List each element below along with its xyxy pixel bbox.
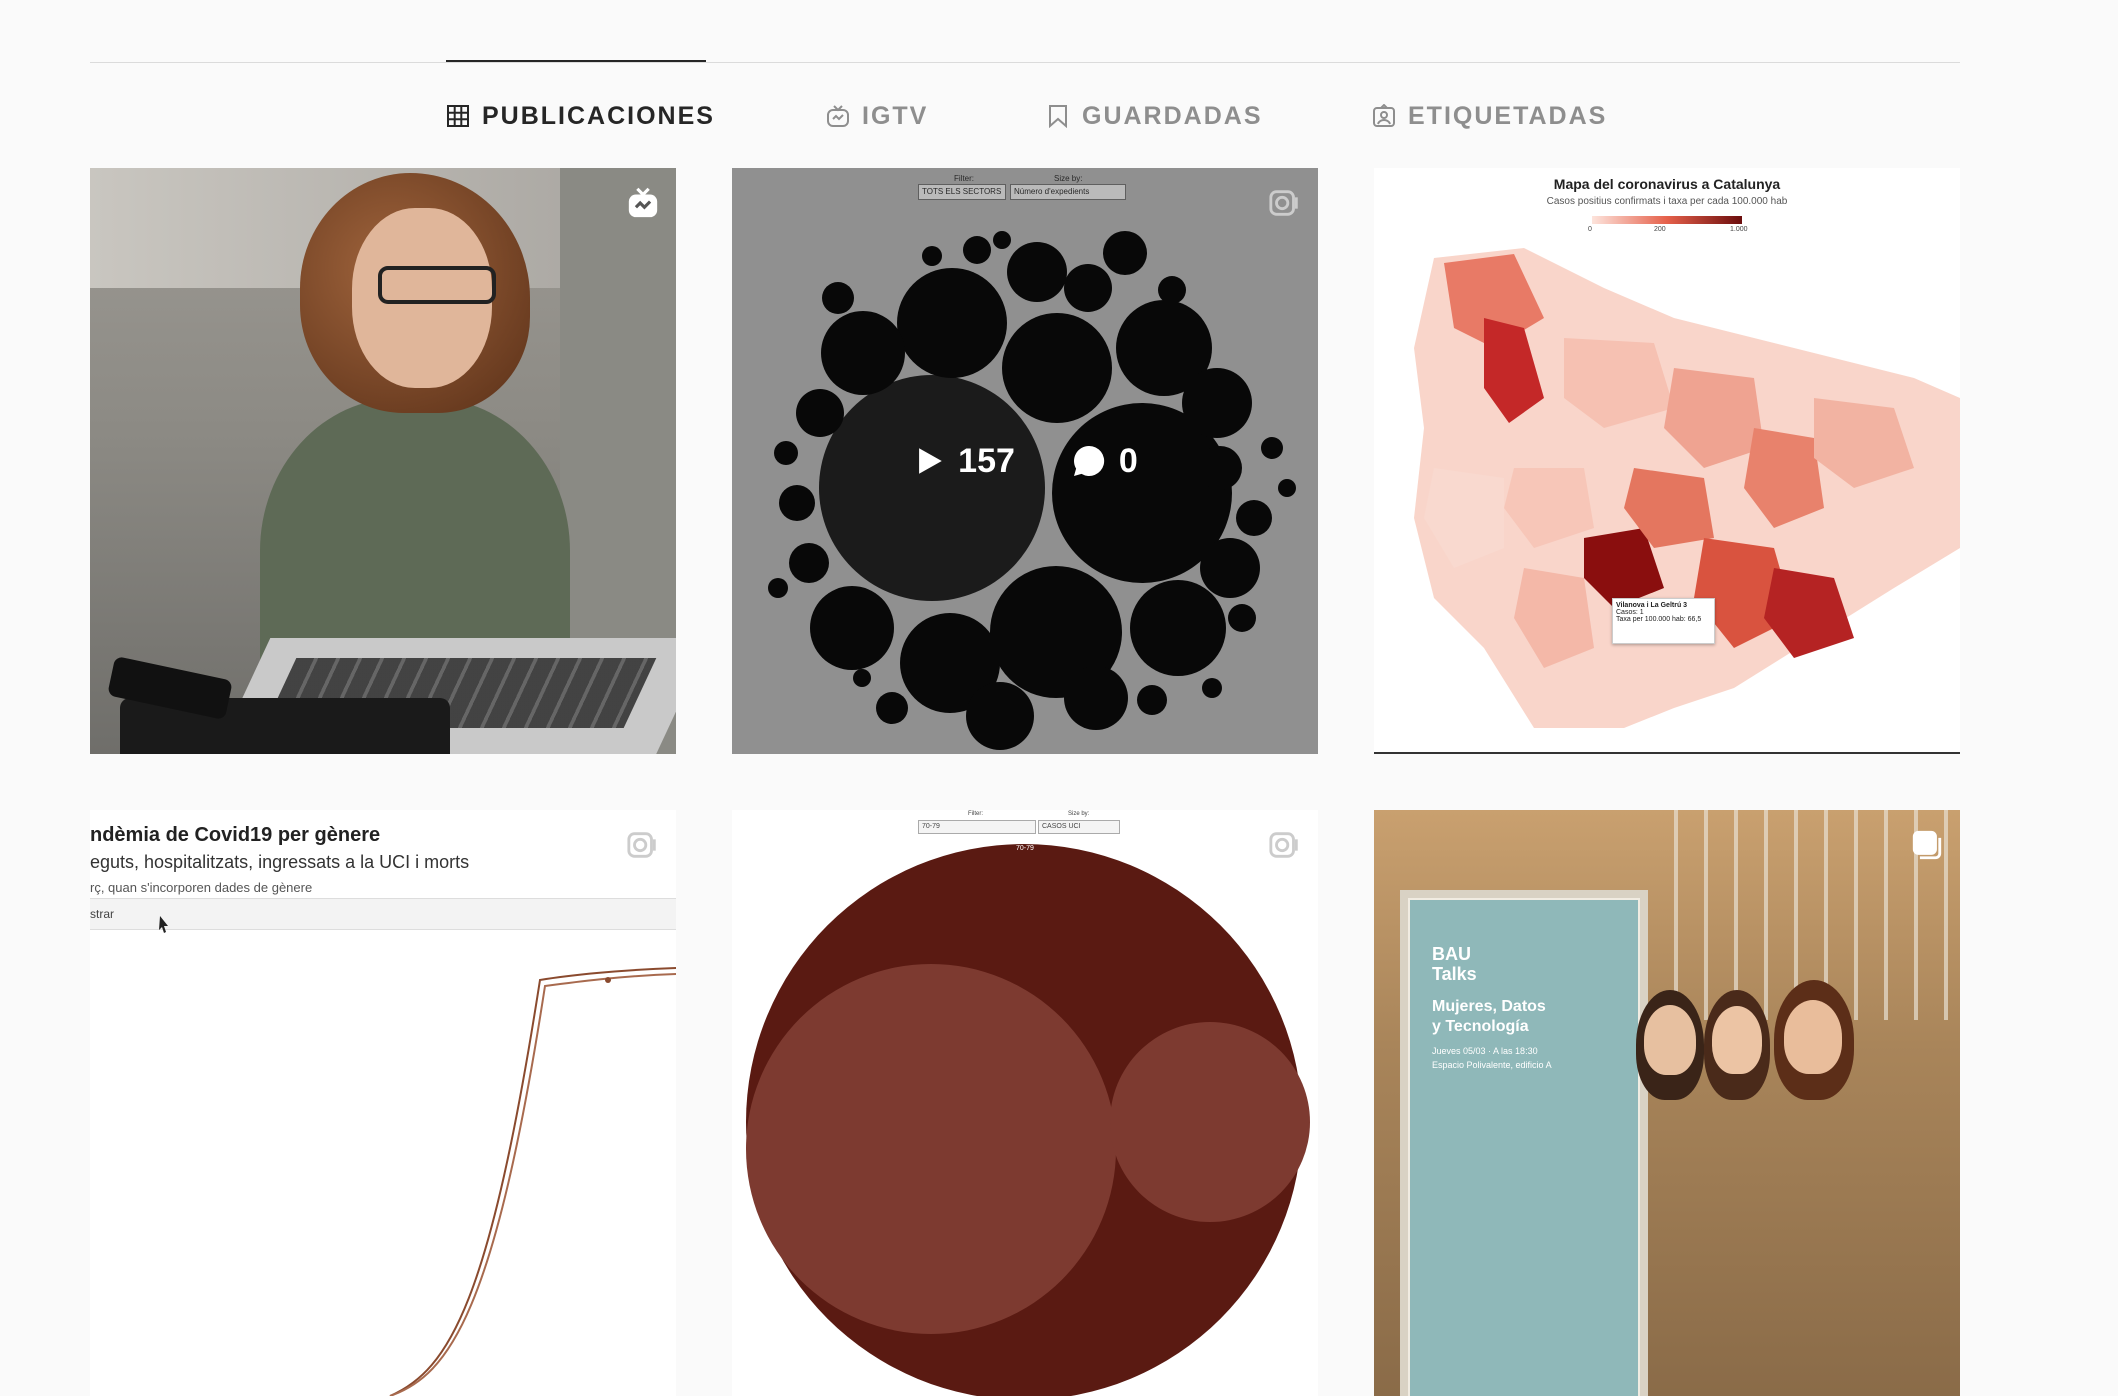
choropleth-map xyxy=(1414,248,1960,728)
filter-dropdown: 70-79 xyxy=(918,820,1036,834)
tabs-divider xyxy=(90,62,1960,63)
post-tile[interactable]: Filter: Size by: TOTS ELS SECTORS Número… xyxy=(732,168,1318,754)
post-tile[interactable] xyxy=(90,168,676,754)
tab-publicaciones[interactable]: PUBLICACIONES xyxy=(446,100,715,132)
post-tile[interactable]: ndèmia de Covid19 per gènere eguts, hosp… xyxy=(90,810,676,1396)
hover-overlay: 157 0 xyxy=(732,168,1318,754)
tooltip-line: Taxa per 100.000 hab: 66,5 xyxy=(1616,616,1702,623)
bubble-medium xyxy=(746,964,1116,1334)
igtv-icon xyxy=(626,186,660,220)
tab-igtv[interactable]: IGTV xyxy=(826,100,928,132)
map-baseline xyxy=(1374,752,1960,754)
banner-detail: Jueves 05/03 · A las 18:30 xyxy=(1432,1046,1538,1056)
plays-stat: 157 xyxy=(912,442,1015,481)
carousel-icon xyxy=(1910,828,1944,862)
bookmark-icon xyxy=(1046,104,1070,128)
video-icon xyxy=(1268,828,1302,862)
bubble-small xyxy=(1110,1022,1310,1222)
tab-guardadas[interactable]: GUARDADAS xyxy=(1046,100,1263,132)
post-tile[interactable]: Filter: Size by: 70-79 CASOS UCI 70-79 xyxy=(732,810,1318,1396)
size-dropdown: CASOS UCI xyxy=(1038,820,1120,834)
map-tooltip: Vilanova i La Geltrú 3 Casos: 1 Taxa per… xyxy=(1612,598,1715,644)
tagged-icon xyxy=(1372,104,1396,128)
comment-icon xyxy=(1073,445,1105,476)
igtv-icon xyxy=(826,104,850,128)
comments-stat: 0 xyxy=(1071,442,1138,481)
plays-count: 157 xyxy=(958,441,1015,480)
banner-title: BAU xyxy=(1432,944,1471,964)
tooltip-line: Vilanova i La Geltrú 3 xyxy=(1616,602,1688,609)
person-face xyxy=(1784,1000,1842,1074)
banner-heading: Mujeres, Datos xyxy=(1432,998,1546,1015)
filter-label: Filter: xyxy=(968,811,983,817)
carousel-icon xyxy=(1910,186,1944,220)
tab-label: GUARDADAS xyxy=(1082,101,1263,130)
bubble-label: 70-79 xyxy=(1016,845,1034,852)
size-label: Size by: xyxy=(1068,811,1090,817)
tab-label: ETIQUETADAS xyxy=(1408,101,1608,130)
tab-etiquetadas[interactable]: ETIQUETADAS xyxy=(1372,100,1607,132)
banner-title: Talks xyxy=(1432,964,1477,984)
play-icon xyxy=(919,448,942,474)
video-icon xyxy=(626,828,660,862)
tab-label: PUBLICACIONES xyxy=(482,101,715,130)
glasses xyxy=(378,266,496,304)
active-tab-indicator xyxy=(446,60,706,62)
line-chart-preview xyxy=(159,916,676,1396)
comments-count: 0 xyxy=(1118,441,1138,480)
person-face xyxy=(1644,1005,1696,1075)
grid-icon xyxy=(446,104,470,128)
tooltip-line: Casos: 1 xyxy=(1616,609,1644,616)
post-tile[interactable]: BAU Talks Mujeres, Datos y Tecnología Ju… xyxy=(1374,810,1960,1396)
person-face xyxy=(1712,1006,1762,1074)
banner-detail: Espacio Polivalente, edificio A xyxy=(1432,1060,1552,1070)
banner-heading: y Tecnología xyxy=(1432,1018,1529,1035)
post-tile[interactable]: Mapa del coronavirus a Catalunya Casos p… xyxy=(1374,168,1960,754)
tab-label: IGTV xyxy=(862,101,929,130)
